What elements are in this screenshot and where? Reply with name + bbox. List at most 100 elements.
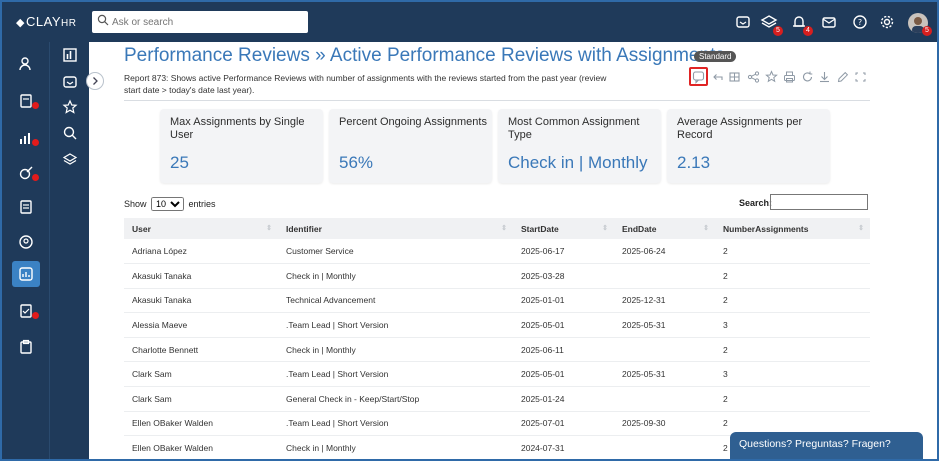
bar-chart-icon[interactable]: [62, 47, 78, 63]
header-label: User: [132, 223, 151, 234]
cell-numberassignments: 3: [715, 312, 870, 338]
table-header-row: User ⇕ Identifier ⇕ StartDate ⇕ EndDate ⇕ Nu…: [124, 218, 870, 239]
avatar-badge: 5: [922, 26, 932, 36]
back-arrow-icon[interactable]: [711, 70, 724, 84]
print-icon[interactable]: [783, 70, 796, 84]
sort-icon: ⇕: [858, 225, 864, 232]
help-chat-button[interactable]: Questions? Preguntas? Fragen?: [730, 432, 923, 459]
layers-icon[interactable]: [62, 152, 78, 168]
sub-nav-menu: [49, 42, 89, 459]
edit-pencil-icon[interactable]: [836, 70, 849, 84]
cell-identifier: .Team Lead | Short Version: [278, 312, 513, 338]
main-content: Performance Reviews » Active Performance…: [112, 42, 937, 459]
search-icon[interactable]: [62, 125, 78, 141]
header-label: EndDate: [622, 223, 657, 234]
cell-user: Charlotte Bennett: [124, 337, 278, 363]
cell-identifier: .Team Lead | Short Version: [278, 411, 513, 437]
documents-icon[interactable]: [17, 198, 35, 216]
refresh-icon[interactable]: [801, 70, 814, 84]
fullscreen-icon[interactable]: [854, 70, 867, 84]
sort-icon: ⇕: [501, 225, 507, 232]
table-search-label: Search:: [739, 198, 773, 208]
clipboard-icon[interactable]: [17, 338, 35, 356]
share-icon[interactable]: [747, 70, 760, 84]
cell-user: Ellen OBaker Walden: [124, 411, 278, 437]
cell-identifier: .Team Lead | Short Version: [278, 361, 513, 388]
stat-card-average-assignments: Average Assignments per Record 2.13: [667, 109, 830, 183]
column-header-identifier[interactable]: Identifier ⇕: [278, 218, 513, 239]
clayhr-logo[interactable]: ◆CLAYHR: [16, 14, 76, 29]
stat-card-value: Check in | Monthly: [508, 153, 648, 172]
cell-user: Alessia Maeve: [124, 312, 278, 338]
cell-numberassignments: 3: [715, 361, 870, 388]
column-header-numberassignments[interactable]: NumberAssignments ⇕: [715, 218, 870, 239]
cell-startdate: 2024-07-31: [513, 435, 614, 459]
stat-card-value: 2.13: [677, 153, 711, 172]
cell-startdate: 2025-06-17: [513, 239, 614, 265]
stat-card-label: Max Assignments by Single User: [170, 116, 305, 141]
column-header-startdate[interactable]: StartDate ⇕: [513, 218, 614, 239]
sort-icon: ⇕: [602, 225, 608, 232]
global-search[interactable]: [92, 11, 308, 33]
cell-identifier: Check in | Monthly: [278, 435, 513, 459]
cell-numberassignments: 2: [715, 337, 870, 363]
table-row: Adriana López Customer Service 2025-06-17 2…: [124, 239, 870, 265]
sort-icon: ⇕: [266, 225, 272, 232]
notification-dot: [32, 174, 39, 181]
chevron-right-icon: [93, 77, 98, 85]
table-row: Akasuki Tanaka Check in | Monthly 2025-03-…: [124, 263, 870, 289]
entries-select[interactable]: 10: [151, 197, 185, 211]
cell-numberassignments: 2: [715, 386, 870, 412]
sort-icon: ⇕: [703, 225, 709, 232]
search-input[interactable]: [112, 14, 302, 30]
table-row: Akasuki Tanaka Technical Advancement 2025-…: [124, 288, 870, 314]
app-frame: ◆CLAYHR 5 4 ? 5: [0, 0, 939, 461]
profile-icon[interactable]: [17, 233, 35, 251]
settings-gear-icon[interactable]: [878, 13, 896, 31]
cell-identifier: Customer Service: [278, 239, 513, 265]
table-icon[interactable]: [728, 70, 741, 84]
logo-suffix: HR: [61, 18, 77, 29]
standard-badge: Standard: [694, 51, 737, 62]
cell-startdate: 2025-01-01: [513, 288, 614, 314]
cell-enddate: 2025-05-31: [614, 312, 715, 338]
entries-label: entries: [188, 199, 216, 209]
notification-dot: [32, 139, 39, 146]
collapse-menu-button[interactable]: [86, 72, 104, 90]
stat-card-label: Most Common Assignment Type: [508, 116, 640, 141]
header-label: NumberAssignments: [723, 223, 809, 234]
reports-icon[interactable]: [17, 265, 35, 283]
cell-enddate: [614, 386, 715, 412]
column-header-enddate[interactable]: EndDate ⇕: [614, 218, 715, 239]
cell-startdate: 2025-03-28: [513, 263, 614, 289]
stat-card-max-assignments: Max Assignments by Single User 25: [160, 109, 323, 183]
cell-user: Akasuki Tanaka: [124, 288, 278, 314]
cell-enddate: [614, 337, 715, 363]
notification-dot: [32, 312, 39, 319]
table-search-input[interactable]: [770, 194, 868, 210]
cell-enddate: [614, 263, 715, 289]
cell-enddate: 2025-05-31: [614, 361, 715, 388]
column-header-user[interactable]: User ⇕: [124, 218, 278, 239]
table-row: Charlotte Bennett Check in | Monthly 2025-…: [124, 337, 870, 363]
stat-card-value: 25: [170, 153, 189, 172]
cell-identifier: Check in | Monthly: [278, 263, 513, 289]
favorite-star-icon[interactable]: [765, 70, 778, 84]
logo-name: CLAY: [26, 14, 61, 29]
comment-icon[interactable]: [692, 70, 705, 84]
people-icon[interactable]: [17, 55, 35, 73]
inbox-icon[interactable]: [734, 13, 752, 31]
cell-enddate: [614, 435, 715, 459]
report-description: Report 873: Shows active Performance Rev…: [124, 73, 607, 95]
table-row: Clark Sam General Check in - Keep/Start/S…: [124, 386, 870, 412]
cell-numberassignments: 2: [715, 288, 870, 314]
notification-dot: [32, 102, 39, 109]
star-icon[interactable]: [62, 99, 78, 115]
mail-icon[interactable]: [820, 13, 838, 31]
cell-user: Ellen OBaker Walden: [124, 435, 278, 459]
inbox-icon[interactable]: [62, 74, 78, 90]
cell-startdate: 2025-07-01: [513, 411, 614, 437]
download-icon[interactable]: [818, 70, 831, 84]
cell-user: Akasuki Tanaka: [124, 263, 278, 289]
help-icon[interactable]: ?: [851, 13, 869, 31]
